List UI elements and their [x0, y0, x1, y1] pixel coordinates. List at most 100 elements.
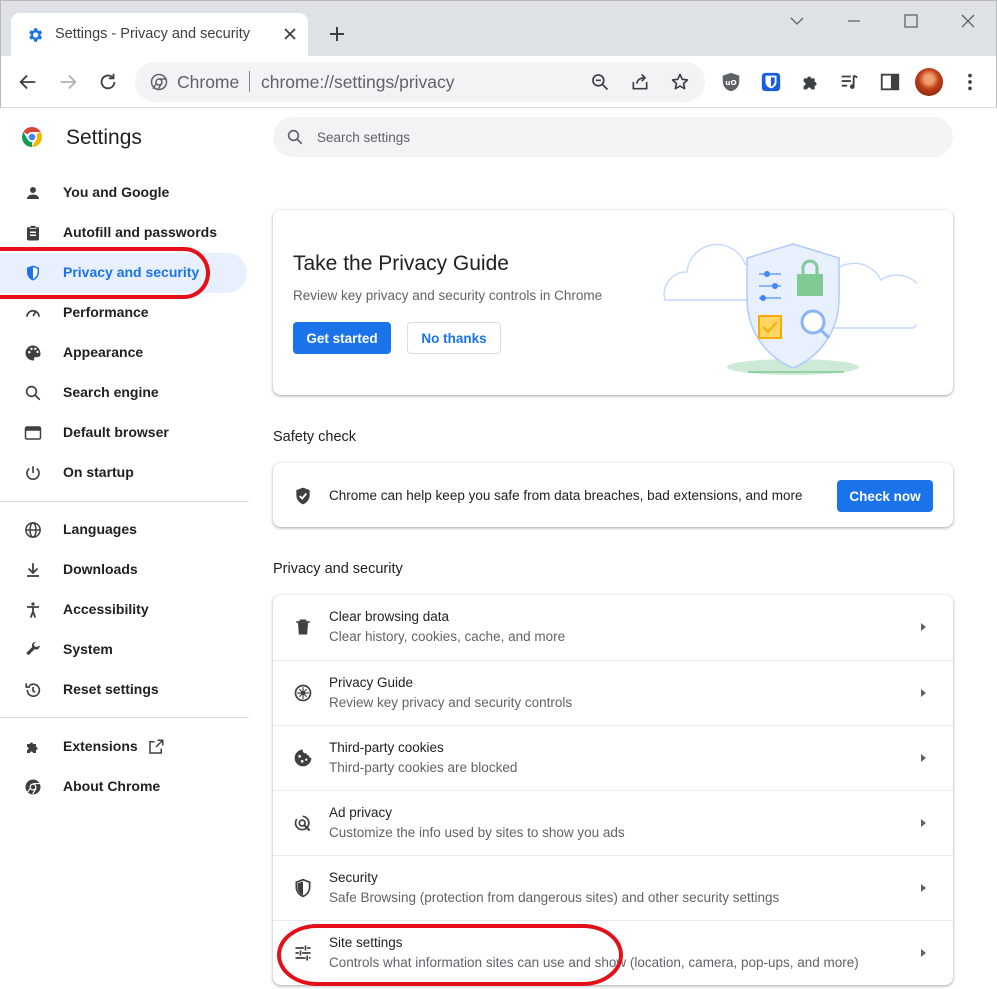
- chevron-right-icon: [917, 817, 929, 829]
- ublock-origin-icon[interactable]: uO: [720, 71, 742, 93]
- address-host: Chrome: [177, 72, 240, 92]
- maximize-icon[interactable]: [903, 13, 919, 29]
- compass-icon: [293, 683, 313, 703]
- row-ad-privacy[interactable]: Ad privacy Customize the info used by si…: [273, 790, 953, 855]
- sidebar-divider: [0, 717, 249, 718]
- safety-check-text: Chrome can help keep you safe from data …: [329, 488, 803, 503]
- sidebar-item-search-engine[interactable]: Search engine: [0, 373, 247, 413]
- sidebar-item-label: Autofill and passwords: [63, 224, 218, 240]
- shield-check-icon: [293, 486, 313, 506]
- row-privacy-guide[interactable]: Privacy Guide Review key privacy and sec…: [273, 660, 953, 725]
- power-icon: [24, 464, 42, 482]
- window-close-icon[interactable]: [960, 13, 976, 29]
- sidebar-item-label: On startup: [63, 464, 134, 480]
- extensions-puzzle-icon[interactable]: [800, 71, 822, 93]
- privacy-guide-card: Take the Privacy Guide Review key privac…: [273, 210, 953, 395]
- shield-icon: [24, 264, 42, 282]
- sidebar-item-label: You and Google: [63, 184, 170, 200]
- wrench-icon: [24, 641, 42, 659]
- row-security[interactable]: Security Safe Browsing (protection from …: [273, 855, 953, 920]
- kebab-menu-icon[interactable]: [959, 71, 981, 93]
- external-link-icon: [147, 738, 165, 756]
- sidebar-item-system[interactable]: System: [0, 630, 247, 670]
- sidebar-item-autofill[interactable]: Autofill and passwords: [0, 213, 247, 253]
- close-icon[interactable]: [282, 26, 298, 42]
- row-title: Privacy Guide: [329, 675, 414, 690]
- chevron-right-icon: [917, 621, 929, 633]
- sidebar-item-you-and-google[interactable]: You and Google: [0, 173, 247, 213]
- speedometer-icon: [24, 304, 42, 322]
- row-subtitle: Customize the info used by sites to show…: [329, 825, 625, 840]
- row-title: Clear browsing data: [329, 609, 450, 624]
- bitwarden-icon[interactable]: [760, 71, 782, 93]
- puzzle-icon: [24, 738, 42, 756]
- minimize-icon[interactable]: [846, 13, 862, 29]
- shield-icon: [293, 878, 313, 898]
- privacy-security-heading: Privacy and security: [273, 561, 403, 577]
- chevron-down-icon[interactable]: [789, 13, 805, 29]
- back-arrow-icon[interactable]: [17, 71, 39, 93]
- share-icon[interactable]: [630, 72, 650, 92]
- sidebar-item-label: Default browser: [63, 424, 169, 440]
- row-subtitle: Safe Browsing (protection from dangerous…: [329, 890, 780, 905]
- zoom-icon[interactable]: [590, 72, 610, 92]
- reset-history-icon: [24, 681, 42, 699]
- accessibility-icon: [24, 601, 42, 619]
- sidebar-item-label: Search engine: [63, 384, 159, 400]
- address-bar[interactable]: Chrome chrome://settings/privacy: [135, 62, 705, 102]
- chrome-logo-icon[interactable]: [150, 73, 168, 91]
- sidebar-item-on-startup[interactable]: On startup: [0, 453, 247, 493]
- sidebar-item-label: Accessibility: [63, 601, 149, 617]
- privacy-security-card: Clear browsing data Clear history, cooki…: [273, 595, 953, 985]
- safety-check-card: Chrome can help keep you safe from data …: [273, 463, 953, 527]
- search-input[interactable]: [317, 117, 917, 157]
- trash-icon: [293, 617, 313, 637]
- sidebar-item-appearance[interactable]: Appearance: [0, 333, 247, 373]
- privacy-guide-illustration: [655, 234, 917, 378]
- row-clear-browsing-data[interactable]: Clear browsing data Clear history, cooki…: [273, 595, 953, 660]
- new-tab-plus-icon[interactable]: [328, 25, 346, 43]
- media-playlist-icon[interactable]: [839, 71, 861, 93]
- svg-text:uO: uO: [725, 78, 736, 87]
- sidebar-item-default-browser[interactable]: Default browser: [0, 413, 247, 453]
- tab-settings[interactable]: Settings - Privacy and security: [11, 13, 308, 57]
- sidebar-item-about-chrome[interactable]: About Chrome: [0, 767, 247, 807]
- sidebar-item-label: Reset settings: [63, 681, 159, 697]
- row-third-party-cookies[interactable]: Third-party cookies Third-party cookies …: [273, 725, 953, 790]
- chevron-right-icon: [917, 947, 929, 959]
- tab-title: Settings - Privacy and security: [55, 26, 251, 42]
- forward-arrow-icon[interactable]: [57, 71, 79, 93]
- ad-privacy-icon: [293, 813, 313, 833]
- search-icon: [286, 128, 304, 146]
- sidebar-item-performance[interactable]: Performance: [0, 293, 247, 333]
- address-url[interactable]: chrome://settings/privacy: [261, 72, 455, 93]
- reload-icon[interactable]: [97, 71, 119, 93]
- sidebar-item-label: Privacy and security: [63, 264, 200, 280]
- row-subtitle: Third-party cookies are blocked: [329, 760, 518, 775]
- clipboard-icon: [24, 224, 42, 242]
- tab-strip: Settings - Privacy and security: [0, 0, 997, 57]
- sidebar-divider: [0, 501, 249, 502]
- row-site-settings[interactable]: Site settings Controls what information …: [273, 920, 953, 985]
- sidebar-item-label: Extensions: [63, 738, 138, 754]
- avatar[interactable]: [915, 68, 943, 96]
- sidebar-item-label: System: [63, 641, 113, 657]
- chevron-right-icon: [917, 882, 929, 894]
- sidebar-item-accessibility[interactable]: Accessibility: [0, 590, 247, 630]
- get-started-button[interactable]: Get started: [293, 322, 391, 354]
- sidebar-item-languages[interactable]: Languages: [0, 510, 247, 550]
- sidebar-item-extensions[interactable]: Extensions: [0, 727, 247, 767]
- sidebar-item-privacy-and-security[interactable]: Privacy and security: [0, 253, 247, 293]
- cookie-icon: [293, 748, 313, 768]
- sidebar-item-downloads[interactable]: Downloads: [0, 550, 247, 590]
- search-bar: [273, 117, 953, 157]
- side-panel-icon[interactable]: [879, 71, 901, 93]
- check-now-button[interactable]: Check now: [837, 480, 933, 512]
- bookmark-star-icon[interactable]: [670, 72, 690, 92]
- chevron-right-icon: [917, 752, 929, 764]
- row-title: Security: [329, 870, 378, 885]
- browser-toolbar: Chrome chrome://settings/privacy uO: [0, 56, 997, 108]
- no-thanks-button[interactable]: No thanks: [407, 322, 501, 354]
- sidebar-item-reset-settings[interactable]: Reset settings: [0, 670, 247, 710]
- browser-window-icon: [24, 424, 42, 442]
